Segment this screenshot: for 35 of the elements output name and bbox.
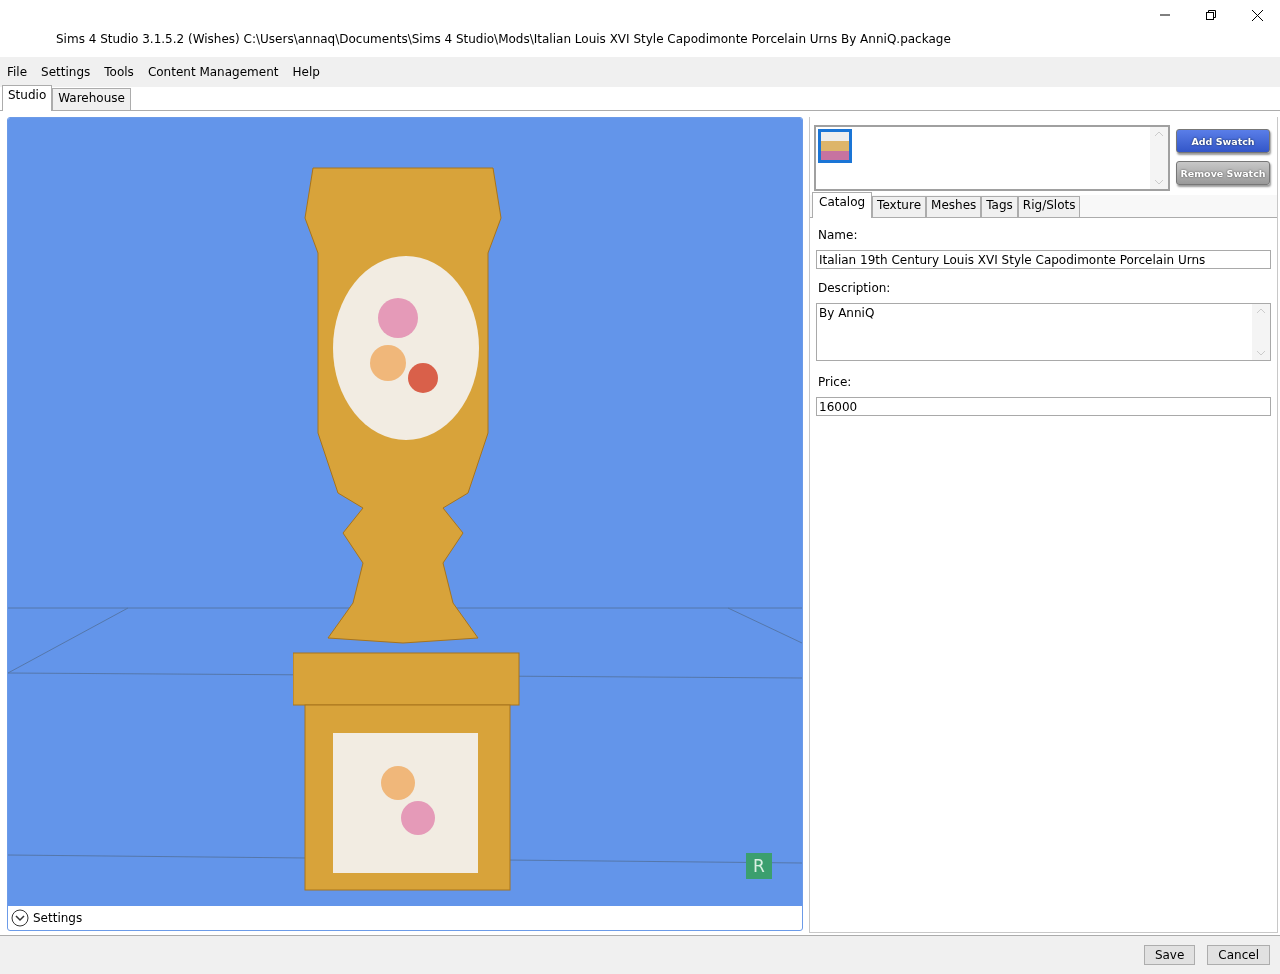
settings-expander[interactable]: Settings bbox=[8, 906, 802, 930]
tab[interactable]: Studio bbox=[2, 85, 53, 111]
tab[interactable]: Warehouse bbox=[52, 88, 131, 110]
tab[interactable]: Rig/Slots bbox=[1017, 196, 1081, 217]
tab[interactable]: Tags bbox=[981, 196, 1018, 217]
menu-item[interactable]: Content Management bbox=[142, 65, 284, 79]
window-title: Sims 4 Studio 3.1.5.2 (Wishes) C:\Users\annaq\Documents\Sims 4 Studio\Mods\Italian Louis XVI Style Capodimonte Porcelain Urns By AnniQ.package bbox=[56, 31, 951, 46]
input-field[interactable]: 16000 bbox=[816, 397, 1271, 416]
menu-item[interactable]: Help bbox=[287, 65, 325, 79]
scrollbar[interactable] bbox=[1252, 304, 1270, 360]
chevron-down-icon bbox=[11, 909, 29, 927]
tab[interactable]: Texture bbox=[872, 196, 927, 217]
chevron-up-icon[interactable] bbox=[1155, 131, 1163, 136]
field-label: Name: bbox=[818, 228, 859, 242]
input-field[interactable]: Italian 19th Century Louis XVI Style Capodimonte Porcelain Urns bbox=[816, 250, 1271, 269]
field-label: Price: bbox=[818, 375, 853, 389]
restore-icon[interactable] bbox=[1206, 10, 1216, 20]
axis-badge: R bbox=[746, 853, 772, 879]
tab[interactable]: Meshes bbox=[926, 196, 982, 217]
scrollbar[interactable] bbox=[1150, 127, 1168, 189]
swatch-thumbnail[interactable] bbox=[818, 129, 852, 163]
menu-item[interactable]: Tools bbox=[99, 65, 139, 79]
chevron-down-icon[interactable] bbox=[1257, 351, 1265, 356]
menu-item[interactable]: Settings bbox=[36, 65, 96, 79]
footer-button[interactable]: Cancel bbox=[1207, 945, 1270, 965]
footer-button[interactable]: Save bbox=[1143, 945, 1196, 965]
chevron-down-icon[interactable] bbox=[1155, 180, 1163, 185]
swatch-button[interactable]: Add Swatch bbox=[1176, 129, 1270, 153]
menu-item[interactable]: File bbox=[2, 65, 33, 79]
text-area[interactable]: By AnniQ bbox=[816, 303, 1271, 361]
tab[interactable]: Catalog bbox=[812, 192, 873, 218]
field-label: Description: bbox=[818, 281, 892, 295]
close-icon[interactable] bbox=[1251, 9, 1263, 21]
3d-viewport[interactable]: R Settings bbox=[7, 117, 803, 931]
chevron-up-icon[interactable] bbox=[1257, 308, 1265, 313]
